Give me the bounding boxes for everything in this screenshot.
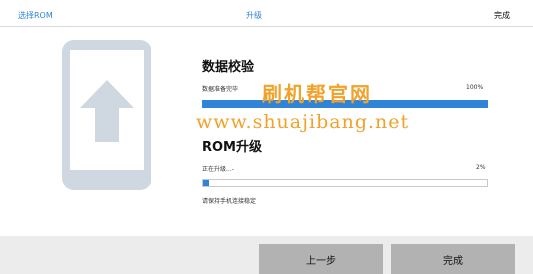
phone-upgrade-arrow-icon: [44, 40, 152, 222]
step-select-rom: 选择ROM: [18, 11, 53, 20]
upgrade-status: 正在升级...-: [202, 166, 234, 173]
step-upgrade: 升级: [246, 11, 262, 20]
upgrade-hint: 请保持手机连接稳定: [202, 198, 257, 205]
watermark-cn: 刷机帮官网: [262, 82, 372, 106]
step-complete: 完成: [494, 11, 510, 20]
watermark-url: www.shuajibang.net: [196, 111, 410, 133]
upgrade-percent: 2%: [476, 164, 486, 171]
verify-status: 数据准备完毕: [202, 86, 239, 93]
verify-title: 数据校验: [202, 60, 255, 75]
done-button[interactable]: 完成: [391, 244, 515, 274]
upgrade-progress-fill: [203, 180, 209, 186]
previous-button[interactable]: 上一步: [259, 244, 383, 274]
verify-percent: 100%: [466, 84, 484, 91]
upgrade-title: ROM升级: [202, 140, 262, 155]
step-indicator: 选择ROM 升级 完成: [0, 0, 533, 27]
upgrade-progress-bar: [202, 179, 488, 187]
